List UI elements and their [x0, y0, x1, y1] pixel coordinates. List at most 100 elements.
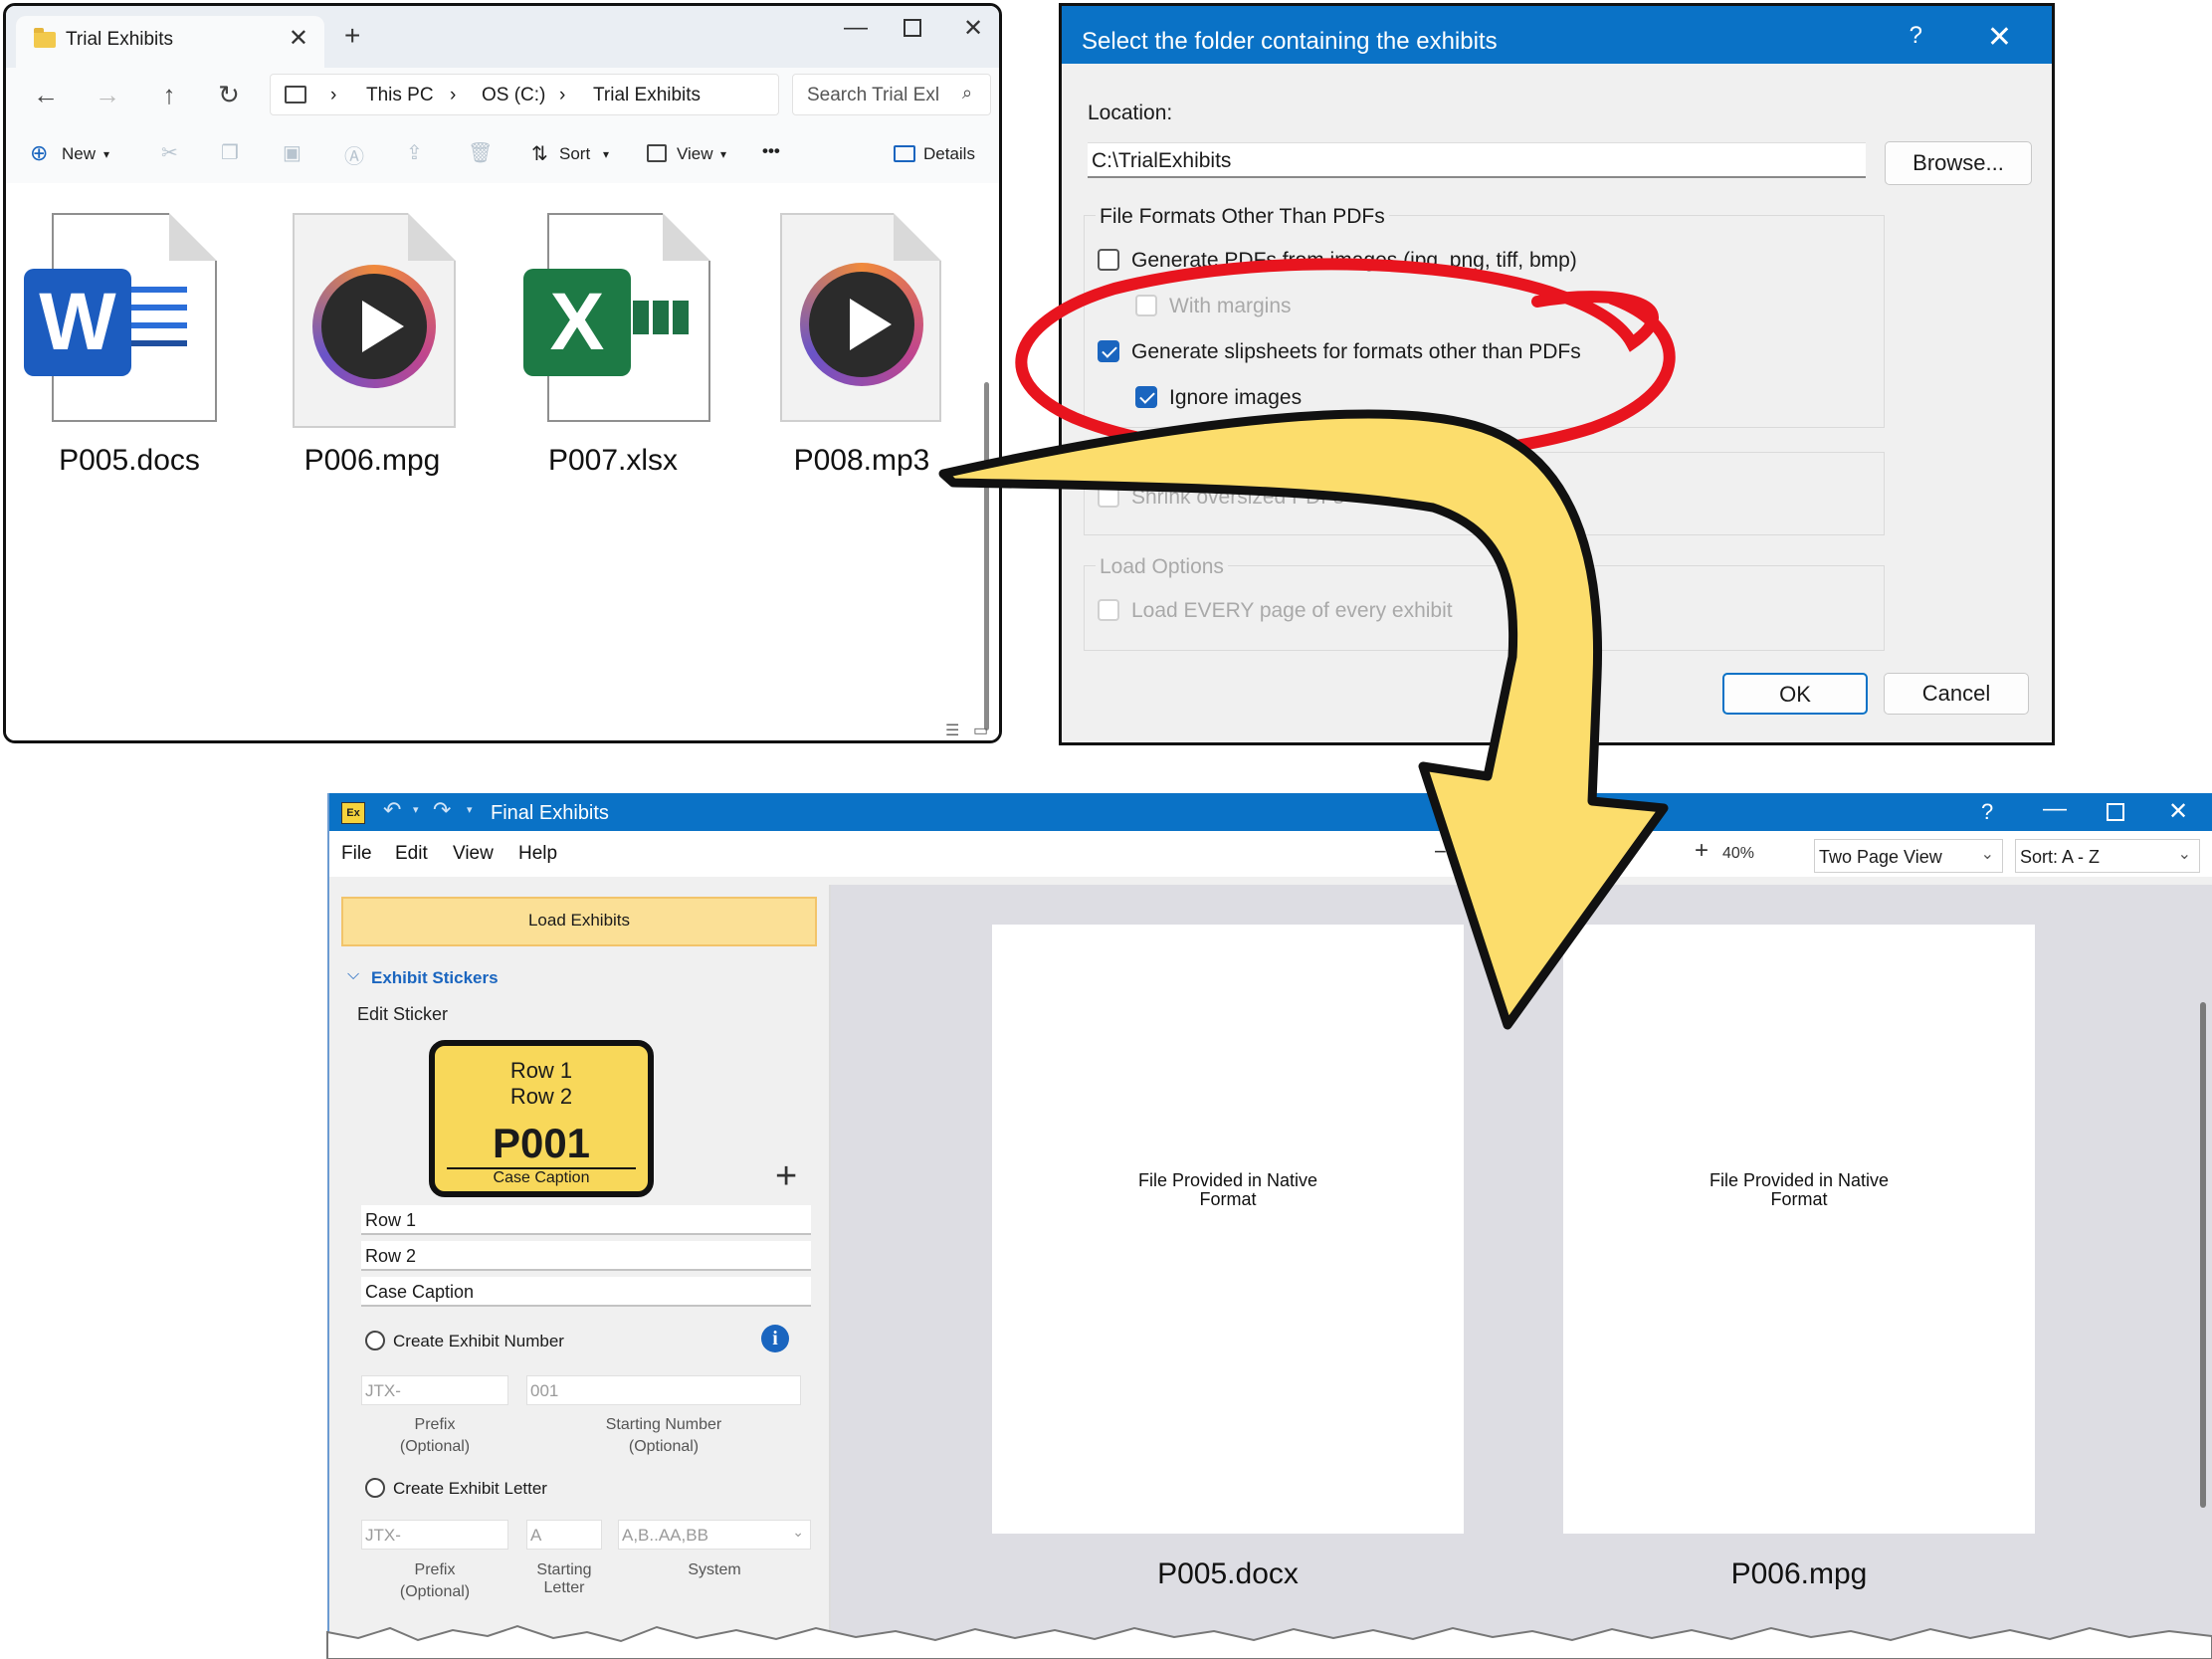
- zoom-in-button[interactable]: +: [1695, 837, 1709, 865]
- cut-icon[interactable]: ✂: [161, 140, 178, 165]
- menu-help[interactable]: Help: [518, 843, 557, 865]
- load-every-checkbox[interactable]: [1098, 599, 1119, 621]
- copy-icon[interactable]: ❐: [221, 140, 239, 165]
- browse-button[interactable]: Browse...: [1885, 141, 2032, 185]
- search-box[interactable]: Search Trial Exl ⌕: [792, 74, 991, 115]
- explorer-tab[interactable]: Trial Exhibits ✕: [16, 16, 324, 68]
- search-placeholder: Search Trial Exl: [807, 85, 940, 105]
- ok-button[interactable]: OK: [1722, 673, 1868, 715]
- file-list: W P005.docs P006.mpg X P007.xlsx P008.mp…: [6, 183, 999, 740]
- minimize-button[interactable]: —: [844, 14, 868, 42]
- file-name: P005.docs: [59, 444, 200, 477]
- text-line-icon: [125, 340, 187, 346]
- left-panel: Load Exhibits ⌵ Exhibit Stickers Edit St…: [337, 885, 831, 1659]
- system-select[interactable]: A,B..AA,BB ⌄: [618, 1520, 811, 1550]
- optional-label: (Optional): [399, 1583, 471, 1600]
- chevron-down-icon[interactable]: ⌵: [347, 966, 359, 984]
- page-fold-icon: [408, 213, 456, 261]
- row2-input[interactable]: Row 2: [361, 1241, 811, 1271]
- menu-edit[interactable]: Edit: [395, 843, 428, 865]
- zoom-slider[interactable]: [1464, 850, 1513, 853]
- chevron-down-icon: ⌄: [1980, 846, 1994, 863]
- rename-icon[interactable]: Ⓐ: [344, 140, 364, 169]
- sort-select[interactable]: Sort: A - Z ⌄: [2015, 839, 2200, 873]
- back-arrow-icon[interactable]: ←: [28, 80, 64, 110]
- sticker-row1: Row 1: [509, 1058, 573, 1083]
- create-letter-radio[interactable]: [365, 1478, 385, 1498]
- file-name: P007.xlsx: [547, 444, 679, 477]
- letter-prefix-input[interactable]: JTX-: [361, 1520, 508, 1550]
- maximize-button[interactable]: [904, 19, 921, 37]
- sticker-caption: Case Caption: [493, 1169, 590, 1186]
- margins-checkbox[interactable]: [1135, 295, 1157, 316]
- slipsheet-page[interactable]: File Provided in Native Format: [1563, 925, 2035, 1534]
- vertical-scrollbar[interactable]: [984, 382, 989, 730]
- search-icon: ⌕: [962, 83, 973, 103]
- refresh-icon[interactable]: ↻: [211, 80, 247, 110]
- section-title[interactable]: Exhibit Stickers: [371, 968, 499, 988]
- slipsheet-text: File Provided in Native Format: [1709, 1170, 1890, 1209]
- create-number-radio[interactable]: [365, 1331, 385, 1350]
- details-button[interactable]: Details: [923, 144, 975, 164]
- menu-view[interactable]: View: [453, 843, 494, 865]
- folder-icon: [34, 28, 56, 48]
- breadcrumb-drive[interactable]: OS (C:): [482, 85, 545, 106]
- view-mode-select[interactable]: Two Page View ⌄: [1814, 839, 2003, 873]
- maximize-button[interactable]: [2107, 803, 2124, 821]
- app-logo: Ex: [341, 802, 365, 824]
- gen-pdfs-label: Generate PDFs from images (jpg, png, tif…: [1131, 249, 1577, 272]
- share-icon[interactable]: ⇪: [406, 140, 423, 165]
- location-input[interactable]: C:\TrialExhibits: [1088, 142, 1866, 178]
- chevron-down-icon: ▾: [720, 147, 727, 161]
- tab-title: Trial Exhibits: [66, 29, 174, 50]
- info-icon[interactable]: i: [761, 1325, 789, 1352]
- number-prefix-input[interactable]: JTX-: [361, 1375, 508, 1405]
- address-bar[interactable]: › This PC › OS (C:) › Trial Exhibits: [270, 74, 779, 115]
- help-button[interactable]: ?: [1981, 799, 1993, 825]
- menu-file[interactable]: File: [341, 843, 372, 865]
- starting-number-input[interactable]: 001: [526, 1375, 801, 1405]
- undo-icon[interactable]: ↶: [383, 797, 401, 823]
- zoom-out-button[interactable]: −: [1434, 839, 1447, 865]
- add-sticker-button[interactable]: +: [775, 1155, 797, 1198]
- ignore-images-checkbox[interactable]: [1135, 386, 1157, 408]
- starting-letter-input[interactable]: A: [526, 1520, 602, 1550]
- delete-icon[interactable]: 🗑: [468, 140, 493, 165]
- starting-number-label: Starting Number: [605, 1416, 722, 1433]
- sort-button[interactable]: Sort: [559, 144, 590, 164]
- up-arrow-icon[interactable]: ↑: [151, 80, 187, 110]
- new-tab-button[interactable]: +: [344, 20, 360, 52]
- caption-input[interactable]: Case Caption: [361, 1277, 811, 1307]
- redo-icon[interactable]: ↷: [433, 797, 451, 823]
- system-label: System: [688, 1561, 741, 1578]
- help-button[interactable]: ?: [1910, 22, 1922, 50]
- page-filename: P005.docx: [1157, 1557, 1299, 1590]
- close-window-button[interactable]: ✕: [2168, 797, 2188, 826]
- cancel-button[interactable]: Cancel: [1884, 673, 2029, 715]
- prefix-label: Prefix: [414, 1561, 456, 1578]
- shrink-checkbox[interactable]: [1098, 486, 1119, 508]
- close-icon[interactable]: ✕: [1987, 20, 2012, 55]
- torn-edge-decoration: [326, 1624, 2212, 1659]
- load-exhibits-button[interactable]: Load Exhibits: [341, 897, 817, 946]
- minimize-button[interactable]: —: [2043, 795, 2067, 823]
- more-options-button[interactable]: •••: [762, 141, 780, 161]
- sticker-preview[interactable]: Row 1 Row 2 P001 Case Caption: [429, 1040, 654, 1197]
- list-view-icon[interactable]: ☰: [945, 721, 959, 740]
- slipsheets-checkbox[interactable]: [1098, 340, 1119, 362]
- new-button[interactable]: New: [62, 144, 96, 164]
- slipsheet-page[interactable]: File Provided in Native Format: [992, 925, 1464, 1534]
- close-window-button[interactable]: ✕: [963, 14, 983, 43]
- breadcrumb-folder[interactable]: Trial Exhibits: [593, 85, 701, 106]
- computer-icon: [285, 86, 306, 104]
- paste-icon[interactable]: ▣: [283, 140, 302, 165]
- breadcrumb-this-pc[interactable]: This PC: [366, 85, 434, 106]
- row1-input[interactable]: Row 1: [361, 1205, 811, 1235]
- gen-pdfs-checkbox[interactable]: [1098, 249, 1119, 271]
- page-fold-icon: [663, 213, 710, 261]
- vertical-scrollbar[interactable]: [2200, 1002, 2206, 1508]
- close-tab-icon[interactable]: ✕: [289, 24, 308, 53]
- view-button[interactable]: View: [677, 144, 713, 164]
- forward-arrow-icon[interactable]: →: [90, 80, 125, 110]
- tile-view-icon[interactable]: ▭: [973, 721, 988, 740]
